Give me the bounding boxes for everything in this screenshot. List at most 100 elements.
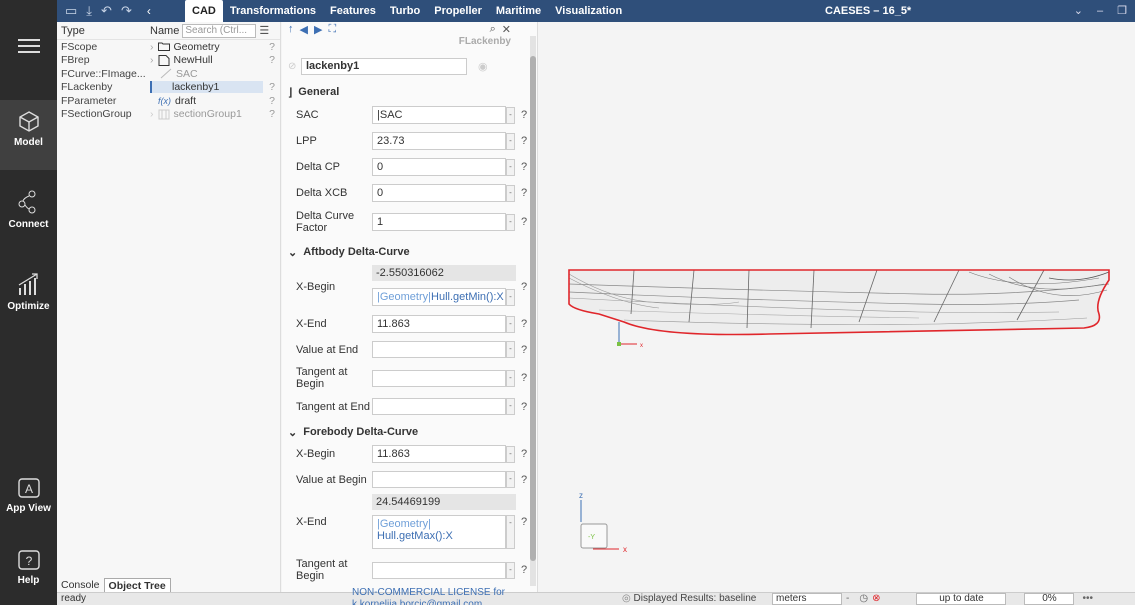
fore-value-at-begin-field[interactable] <box>372 471 506 488</box>
restore-icon[interactable]: ❐ <box>1117 0 1127 22</box>
dropdown-toggle[interactable]: - <box>506 561 515 579</box>
tree-row-selected[interactable]: FLackenby lackenby1 ? <box>57 81 280 95</box>
help-icon[interactable]: ? <box>518 448 530 460</box>
section-aftbody-delta-curve[interactable]: ⌄ Aftbody Delta-Curve <box>282 243 537 261</box>
displayed-results[interactable]: ◎ Displayed Results: baseline <box>622 593 772 605</box>
help-icon[interactable]: ? <box>518 135 530 147</box>
help-icon[interactable]: ? <box>518 516 530 528</box>
help-icon[interactable]: ? <box>518 281 530 293</box>
dropdown-toggle[interactable]: - <box>506 158 515 176</box>
tree-row-name[interactable]: › NewHull <box>150 54 263 66</box>
dropdown-toggle[interactable]: - <box>506 471 515 488</box>
history-icon[interactable]: ◷ <box>859 593 868 605</box>
section-forebody-delta-curve[interactable]: ⌄ Forebody Delta-Curve <box>282 423 537 441</box>
tree-row-name[interactable]: lackenby1 <box>150 81 263 94</box>
dropdown-toggle[interactable]: - <box>506 132 515 150</box>
help-icon[interactable]: ? <box>518 109 530 121</box>
dropdown-toggle[interactable]: - <box>506 341 515 358</box>
help-icon[interactable]: ? <box>518 564 530 576</box>
column-header-name[interactable]: Name Search (Ctrl... ☰ <box>150 23 269 38</box>
help-icon[interactable]: ? <box>518 318 530 330</box>
tree-row[interactable]: FCurve::FImage... SAC <box>57 67 280 81</box>
fore-x-begin-field[interactable]: 11.863 <box>372 445 506 463</box>
sidebar-item-optimize[interactable]: Optimize <box>0 272 57 312</box>
scrollbar-thumb[interactable] <box>530 56 536 561</box>
dropdown-toggle[interactable]: - <box>506 288 515 306</box>
tree-row-name[interactable]: f(x) draft <box>150 95 263 107</box>
hamburger-menu-button[interactable] <box>0 38 57 57</box>
fore-x-end-expression[interactable]: |Geometry| Hull.getMax():X <box>372 515 506 549</box>
tab-cad[interactable]: CAD <box>185 0 223 22</box>
help-icon[interactable]: ? <box>518 401 530 413</box>
tab-object-tree[interactable]: Object Tree <box>103 578 171 592</box>
units-dropdown-icon[interactable]: - <box>846 593 849 605</box>
delta-curve-factor-field[interactable]: 1 <box>372 213 506 231</box>
tree-row-name[interactable]: › Geometry <box>150 41 263 53</box>
help-icon[interactable]: ? <box>518 474 530 486</box>
units-select[interactable]: meters <box>772 593 842 605</box>
chevron-down-icon[interactable]: ⌄ <box>1074 0 1083 22</box>
sidebar-item-model[interactable]: Model <box>0 100 57 170</box>
open-icon[interactable]: ▭ <box>65 3 77 19</box>
view-cube[interactable]: z -Y x <box>579 491 627 554</box>
aft-x-begin-expression[interactable]: |Geometry|Hull.getMin():X <box>372 288 506 306</box>
minimize-icon[interactable]: – <box>1097 0 1103 22</box>
delta-xcb-field[interactable]: 0 <box>372 184 506 202</box>
help-icon[interactable]: ? <box>518 344 530 356</box>
help-icon[interactable]: ? <box>518 216 530 228</box>
close-icon[interactable]: ✕ <box>502 23 511 36</box>
sidebar-item-app-view[interactable]: A App View <box>0 478 57 514</box>
sidebar-item-help[interactable]: ? Help <box>0 550 57 586</box>
section-general[interactable]: ⌋ General <box>282 83 537 101</box>
aft-tangent-begin-field[interactable] <box>372 369 506 387</box>
sac-field[interactable]: |SAC <box>372 106 506 124</box>
tab-console[interactable]: Console <box>57 578 104 592</box>
stop-icon[interactable]: ⊗ <box>872 593 880 605</box>
filter-icon[interactable]: ☰ <box>259 24 269 37</box>
tree-search-input[interactable]: Search (Ctrl... <box>182 23 257 38</box>
previous-icon[interactable]: ◀ <box>300 23 308 36</box>
more-options-icon[interactable]: ••• <box>1082 593 1093 605</box>
dropdown-toggle[interactable]: - <box>506 315 515 333</box>
tree-row-name[interactable]: › sectionGroup1 <box>150 108 263 120</box>
tab-features[interactable]: Features <box>323 0 383 22</box>
pin-icon[interactable]: ↑ <box>288 23 294 35</box>
dropdown-toggle[interactable]: - <box>506 106 515 124</box>
dropdown-toggle[interactable]: - <box>506 184 515 202</box>
visibility-eye-icon[interactable]: ◉ <box>478 60 488 73</box>
dropdown-toggle[interactable]: - <box>506 369 515 387</box>
lpp-field[interactable]: 23.73 <box>372 132 506 150</box>
tab-visualization[interactable]: Visualization <box>548 0 629 22</box>
column-header-type[interactable]: Type <box>57 25 150 37</box>
help-icon[interactable]: ? <box>263 95 275 107</box>
tab-maritime[interactable]: Maritime <box>489 0 548 22</box>
save-icon[interactable]: ⤓ <box>86 3 92 19</box>
aft-x-end-field[interactable]: 11.863 <box>372 315 506 333</box>
help-icon[interactable]: ? <box>263 81 275 93</box>
dropdown-toggle[interactable]: - <box>506 515 515 549</box>
props-scrollbar[interactable] <box>530 36 536 586</box>
object-name-field[interactable]: lackenby1 <box>301 58 467 75</box>
dropdown-toggle[interactable]: - <box>506 445 515 463</box>
delta-cp-field[interactable]: 0 <box>372 158 506 176</box>
tab-turbo[interactable]: Turbo <box>383 0 427 22</box>
dropdown-toggle[interactable]: - <box>506 398 515 415</box>
help-icon[interactable]: ? <box>263 54 275 66</box>
aft-tangent-end-field[interactable] <box>372 398 506 415</box>
tree-row[interactable]: FBrep › NewHull ? <box>57 54 280 68</box>
dropdown-toggle[interactable]: - <box>506 213 515 231</box>
tree-row-name[interactable]: SAC <box>150 68 263 80</box>
tree-row[interactable]: FParameter f(x) draft ? <box>57 94 280 108</box>
search-icon[interactable]: ⌕ <box>490 23 496 36</box>
help-icon[interactable]: ? <box>263 108 275 120</box>
fore-tangent-begin-field[interactable] <box>372 561 506 579</box>
redo-icon[interactable]: ↷ <box>121 3 132 19</box>
undo-icon[interactable]: ↶ <box>101 3 112 19</box>
3d-viewport[interactable]: z -Y x x <box>539 22 1135 592</box>
help-icon[interactable]: ? <box>518 187 530 199</box>
next-icon[interactable]: ▶ <box>314 23 322 36</box>
help-icon[interactable]: ? <box>518 161 530 173</box>
tree-row[interactable]: FSectionGroup › sectionGroup1 ? <box>57 108 280 122</box>
help-icon[interactable]: ? <box>263 41 275 53</box>
hull-view[interactable]: z -Y x x <box>539 22 1135 592</box>
